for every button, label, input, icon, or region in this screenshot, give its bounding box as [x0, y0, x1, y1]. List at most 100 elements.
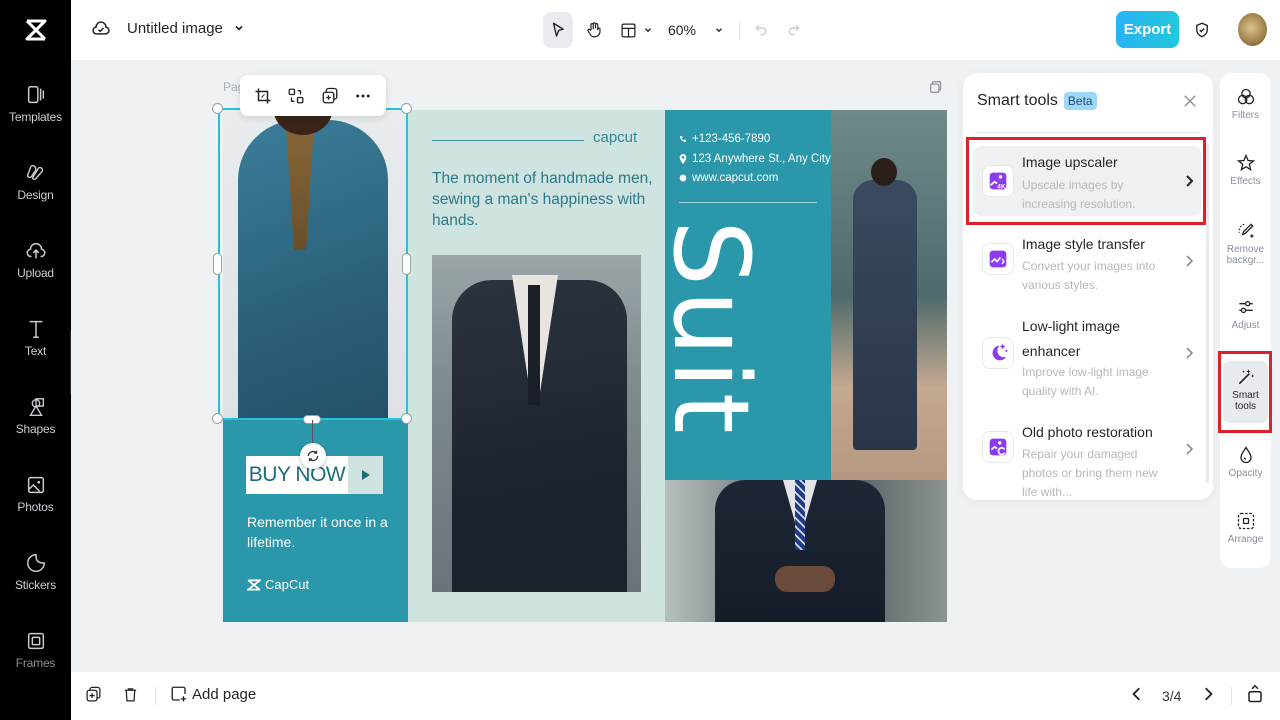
- text-icon: [29, 320, 42, 338]
- sidebar-item-design[interactable]: Design: [0, 162, 71, 232]
- rail-item-filters[interactable]: Filters: [1220, 87, 1271, 121]
- tool-name: Old photo restoration: [1022, 424, 1153, 440]
- undo-button[interactable]: [750, 12, 772, 48]
- panel-header: Smart tools Beta: [977, 92, 1097, 110]
- page-duplicate-icon[interactable]: [929, 80, 943, 99]
- sidebar-item-shapes[interactable]: Shapes: [0, 396, 71, 466]
- location-pin-icon: [679, 154, 687, 164]
- rail-item-remove-background[interactable]: Remove backgr...: [1220, 221, 1271, 266]
- hand-tool-button[interactable]: [579, 12, 609, 48]
- next-page-button[interactable]: [1201, 686, 1215, 702]
- suit-closeup-photo[interactable]: [665, 480, 947, 622]
- export-button[interactable]: Export: [1116, 11, 1179, 48]
- rail-item-effects[interactable]: Effects: [1220, 153, 1271, 187]
- select-tool-button[interactable]: [543, 12, 573, 48]
- resize-handle-top-left[interactable]: [212, 103, 223, 114]
- play-arrow-icon: [348, 456, 383, 494]
- capcut-logo-icon: [25, 19, 46, 41]
- tool-name: Image style transfer: [1022, 236, 1145, 252]
- rail-label: Adjust: [1231, 320, 1260, 331]
- duplicate-button[interactable]: [316, 82, 344, 110]
- contact-phone[interactable]: +123-456-7890: [679, 133, 770, 145]
- rail-label: Effects: [1230, 176, 1261, 187]
- duplicate-page-button[interactable]: [85, 686, 102, 703]
- design-icon: [26, 164, 43, 180]
- add-page-icon: [171, 686, 187, 702]
- hand-icon: [587, 22, 601, 38]
- remove-background-icon: [1238, 223, 1254, 238]
- moon-sparkle-icon: [982, 337, 1014, 369]
- resize-handle-right[interactable]: [402, 253, 411, 275]
- resize-handle-bottom-left[interactable]: [212, 413, 223, 424]
- beta-badge: Beta: [1063, 92, 1097, 110]
- rail-item-adjust[interactable]: Adjust: [1220, 297, 1271, 331]
- rail-item-smart-tools[interactable]: Smart tools: [1223, 361, 1268, 423]
- resize-handle-left[interactable]: [213, 253, 222, 275]
- document-title[interactable]: Untitled image: [127, 20, 223, 37]
- tool-old-photo-restoration[interactable]: Old photo restoration Repair your damage…: [973, 418, 1201, 499]
- pointer-icon: [552, 22, 564, 37]
- chevron-right-icon: [1186, 175, 1194, 187]
- add-page-button[interactable]: Add page: [170, 685, 256, 703]
- top-bar: Untitled image 60% Export: [71, 0, 1280, 60]
- tagline-text[interactable]: The moment of handmade men, sewing a man…: [432, 168, 657, 231]
- redo-button[interactable]: [783, 12, 805, 48]
- contact-website[interactable]: www.capcut.com: [679, 172, 778, 184]
- sidebar-item-frames[interactable]: Frames: [0, 630, 71, 700]
- sidebar-label: Frames: [15, 656, 56, 670]
- duplicate-icon: [322, 87, 338, 103]
- photo-restore-icon: [982, 431, 1014, 463]
- document-title-area[interactable]: Untitled image: [91, 18, 245, 38]
- rail-item-opacity[interactable]: Opacity: [1220, 445, 1271, 479]
- sidebar-label: Upload: [17, 266, 54, 280]
- resize-handle-top-right[interactable]: [401, 103, 412, 114]
- divider: [977, 132, 1199, 133]
- close-panel-button[interactable]: [1181, 92, 1199, 110]
- chevron-down-icon: [716, 28, 722, 33]
- tool-name: Image upscaler: [1022, 154, 1118, 170]
- chevron-down-icon[interactable]: [233, 22, 245, 34]
- stickers-icon: [26, 554, 45, 572]
- sidebar-item-templates[interactable]: Templates: [0, 84, 71, 154]
- user-avatar[interactable]: [1238, 13, 1267, 46]
- tool-image-upscaler[interactable]: 4K Image upscaler Upscale images by incr…: [973, 146, 1201, 216]
- suit-photo-selected[interactable]: [223, 110, 408, 420]
- chevron-right-icon: [1186, 255, 1194, 267]
- chevron-right-icon: [1205, 687, 1213, 701]
- rotate-icon: [307, 450, 319, 462]
- sidebar-item-upload[interactable]: Upload: [0, 240, 71, 310]
- sidebar-item-text[interactable]: Text: [0, 318, 71, 388]
- replace-button[interactable]: [282, 82, 310, 110]
- tool-low-light-enhancer[interactable]: Low-light image enhancer Improve low-lig…: [973, 310, 1201, 405]
- security-button[interactable]: [1190, 12, 1214, 48]
- page-indicator: 3/4: [1162, 688, 1182, 704]
- svg-text:4K: 4K: [997, 184, 1006, 191]
- sidebar-item-stickers[interactable]: Stickers: [0, 552, 71, 622]
- crop-button[interactable]: [249, 82, 277, 110]
- layout-dropdown[interactable]: [616, 12, 656, 48]
- panel-scrollbar[interactable]: [1206, 143, 1209, 483]
- tool-image-style-transfer[interactable]: Image style transfer Convert your images…: [973, 228, 1201, 300]
- rail-item-arrange[interactable]: Arrange: [1220, 511, 1271, 545]
- rotate-handle[interactable]: [300, 443, 326, 469]
- expand-pages-button[interactable]: [1246, 684, 1264, 704]
- walking-man-photo[interactable]: [831, 110, 947, 480]
- headline-suit[interactable]: Suit: [650, 220, 772, 438]
- more-options-button[interactable]: [349, 82, 377, 110]
- rail-label: Filters: [1231, 110, 1260, 121]
- previous-page-button[interactable]: [1130, 686, 1144, 702]
- suit-photo-2[interactable]: [432, 255, 641, 592]
- zoom-dropdown[interactable]: 60%: [667, 12, 725, 48]
- capcut-logo[interactable]: [0, 0, 71, 60]
- crop-icon: [255, 88, 271, 103]
- contact-address[interactable]: 123 Anywhere St., Any City: [679, 153, 831, 165]
- layout-icon: [620, 22, 636, 38]
- design-page[interactable]: BUY NOW Remember it once in a lifetime. …: [223, 110, 947, 622]
- redo-icon: [788, 24, 800, 36]
- opacity-drop-icon: [1239, 446, 1252, 464]
- resize-handle-bottom-right[interactable]: [401, 413, 412, 424]
- brand-word[interactable]: capcut: [593, 129, 637, 146]
- undo-icon: [755, 24, 767, 36]
- sidebar-item-photos[interactable]: Photos: [0, 474, 71, 544]
- delete-page-button[interactable]: [122, 686, 139, 703]
